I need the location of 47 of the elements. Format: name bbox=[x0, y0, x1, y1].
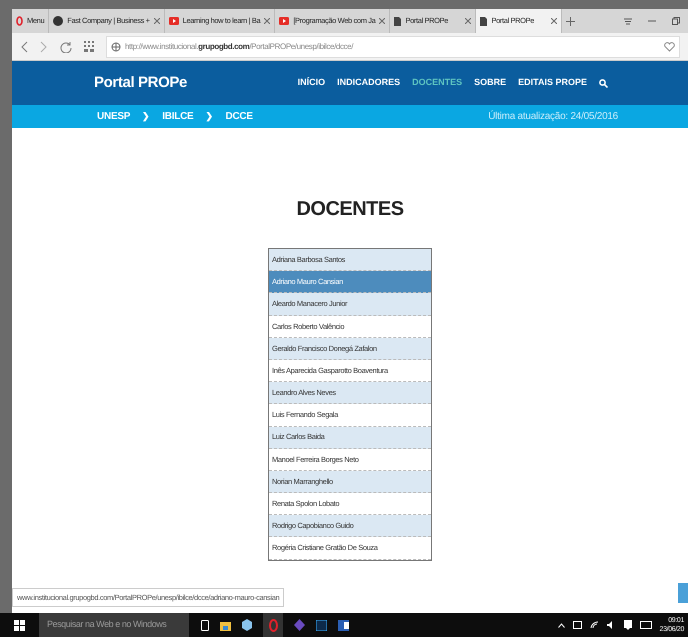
taskbar-search-field[interactable]: Pesquisar na Web e no Windows bbox=[39, 613, 189, 637]
caret-up-icon[interactable] bbox=[558, 622, 565, 628]
opera-icon bbox=[268, 618, 278, 632]
menu-icon[interactable] bbox=[624, 18, 632, 24]
search-icon[interactable] bbox=[599, 78, 608, 88]
close-icon[interactable] bbox=[379, 18, 386, 24]
windows-start-icon[interactable] bbox=[14, 620, 25, 630]
breadcrumb-separator: ❯ bbox=[205, 110, 214, 124]
site-icon bbox=[53, 16, 64, 26]
document-icon bbox=[394, 16, 402, 26]
folder-icon[interactable] bbox=[220, 620, 231, 630]
notes-icon[interactable] bbox=[624, 620, 632, 630]
close-icon[interactable] bbox=[264, 18, 270, 24]
task-view-icon[interactable] bbox=[201, 620, 209, 630]
breadcrumb-separator: ❯ bbox=[142, 110, 150, 124]
site-logo[interactable]: Portal PROPe bbox=[94, 72, 188, 94]
heart-icon[interactable] bbox=[664, 42, 675, 52]
back-icon[interactable] bbox=[20, 40, 28, 52]
video-icon bbox=[168, 17, 179, 25]
video-icon bbox=[279, 17, 290, 25]
close-icon[interactable] bbox=[551, 18, 558, 24]
word-icon[interactable] bbox=[338, 620, 349, 630]
restore-icon[interactable] bbox=[672, 17, 680, 25]
diamond-icon[interactable] bbox=[294, 619, 305, 631]
keyboard-icon[interactable] bbox=[640, 621, 652, 629]
cube-icon[interactable] bbox=[242, 619, 252, 631]
grid-icon[interactable] bbox=[84, 40, 94, 52]
close-icon[interactable] bbox=[465, 18, 472, 24]
close-icon[interactable] bbox=[154, 18, 160, 24]
network-icon[interactable] bbox=[572, 621, 582, 629]
globe-icon bbox=[111, 42, 121, 52]
new-tab-icon[interactable] bbox=[566, 16, 576, 26]
opera-icon bbox=[16, 16, 23, 26]
nav-link[interactable]: EDITAIS PROPE bbox=[518, 76, 587, 90]
photoshop-icon[interactable] bbox=[316, 620, 327, 630]
page-title: DOCENTES bbox=[296, 197, 404, 222]
nav-link[interactable]: INDICADORES bbox=[337, 76, 400, 90]
url-text: http://www.institucional.grupogbd.com/PortalPROPe/unesp/ibilce/dcce/ bbox=[125, 40, 354, 52]
reload-icon[interactable] bbox=[60, 40, 72, 52]
opera-taskbar-button[interactable] bbox=[263, 613, 283, 637]
wifi-icon[interactable] bbox=[590, 621, 599, 629]
document-icon bbox=[480, 16, 488, 26]
address-bar[interactable]: http://www.institucional.grupogbd.com/PortalPROPe/unesp/ibilce/dcce/ bbox=[106, 36, 680, 58]
nav-link[interactable]: SOBRE bbox=[474, 76, 506, 90]
nav-link[interactable]: INÍCIO bbox=[298, 76, 326, 90]
last-update-text: Última atualização: 24/05/2016 bbox=[488, 109, 618, 124]
minimize-icon[interactable] bbox=[648, 20, 656, 22]
